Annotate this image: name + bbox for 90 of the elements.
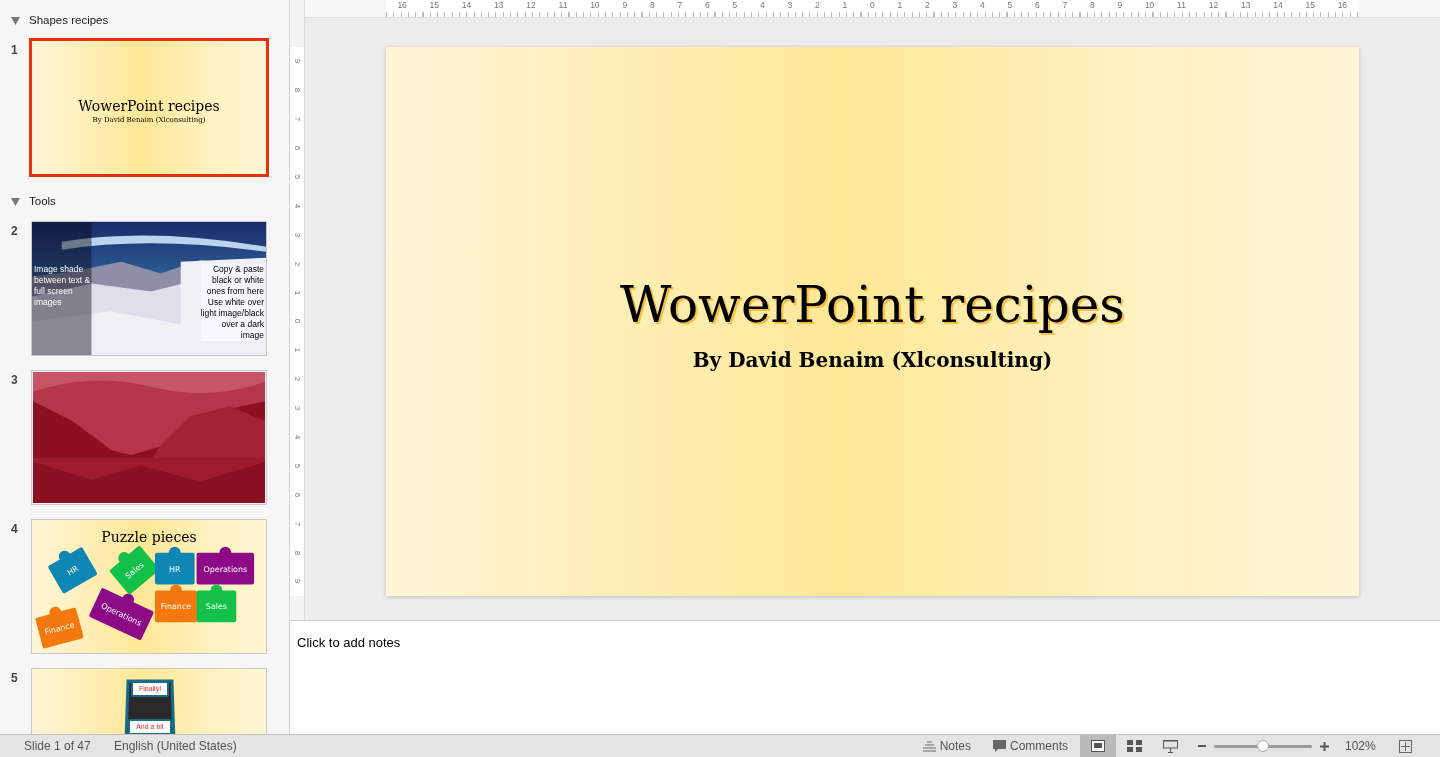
slide-number: 3 (11, 372, 19, 389)
ruler-number: 9 (622, 1, 628, 10)
slide-count: Slide 1 of 47 (23, 738, 92, 755)
ruler-number: 8 (293, 88, 301, 93)
slide-thumbnail[interactable]: Image shade between text & full screen images Copy & paste black or white ones from here Use white over light image/black over a dark image (31, 221, 267, 356)
ruler-number: 1 (842, 1, 848, 10)
ruler-number: 16 (1337, 1, 1348, 10)
ruler-number: 6 (293, 492, 301, 497)
ruler-number: 10 (590, 1, 600, 10)
ruler-number: 11 (1177, 1, 1186, 10)
ruler-number: 8 (1089, 1, 1095, 10)
ruler-number: 3 (293, 405, 301, 411)
disclosure-triangle-icon[interactable] (11, 198, 20, 206)
grid-view-icon (1126, 740, 1142, 752)
ruler-number: 11 (558, 1, 568, 10)
slide-text: Image shade between text & full screen images (34, 264, 91, 309)
ruler-number: 2 (293, 261, 301, 266)
ruler-number: 6 (293, 145, 301, 151)
ruler-number: 14 (1273, 1, 1283, 10)
slide-number: 5 (11, 670, 19, 687)
slide-number: 2 (11, 223, 19, 240)
ruler-number: 0 (293, 319, 301, 324)
view-button[interactable] (1080, 735, 1116, 757)
ruler-number: 7 (293, 521, 301, 526)
ruler-number: 6 (1034, 1, 1040, 10)
slide-number: 4 (11, 521, 19, 538)
puzzle-piece: Sales (196, 584, 237, 623)
minus-icon (1198, 745, 1206, 747)
ruler-number: 3 (787, 1, 793, 10)
ruler-number: 9 (293, 579, 301, 584)
ruler-number: 12 (1208, 1, 1219, 10)
ruler-number: 9 (293, 59, 301, 64)
slide-text: Copy & paste black or white ones from here Use white over light image/black over a dark image (200, 264, 264, 341)
notes-placeholder[interactable]: Click to add notes (297, 635, 401, 650)
comment-icon (993, 740, 1006, 752)
fit-to-window-button[interactable] (1399, 739, 1412, 753)
ruler-number: 6 (704, 1, 710, 10)
zoom-slider-thumb[interactable] (1257, 739, 1269, 752)
zoom-percentage[interactable]: 102% (1345, 737, 1389, 755)
disclosure-triangle-icon[interactable] (11, 17, 20, 25)
fit-window-icon (1399, 739, 1412, 753)
slide-title[interactable]: WowerPoint recipes (620, 274, 1125, 337)
ruler-number: 7 (293, 117, 301, 122)
thumbnail-title: Puzzle pieces (101, 530, 197, 544)
ruler-number: 5 (1007, 1, 1013, 10)
section-title[interactable]: Tools (29, 193, 56, 211)
ruler-number: 15 (1305, 1, 1315, 10)
ruler-number: 9 (1117, 1, 1123, 10)
ruler-number: 10 (1144, 1, 1155, 10)
ruler-number: 4 (293, 434, 301, 440)
normal-view-icon (1091, 740, 1105, 752)
ruler-number: 5 (293, 174, 301, 180)
ruler-number: 7 (677, 1, 683, 10)
ruler-number: 8 (293, 550, 301, 555)
ruler-number: 7 (1062, 1, 1068, 10)
notes-icon (922, 740, 936, 752)
section-title[interactable]: Shapes recipes (29, 12, 109, 30)
puzzle-piece: Finance (154, 584, 197, 623)
ruler-number: 12 (526, 1, 536, 10)
ruler-number: 8 (649, 1, 655, 10)
ruler-number: 5 (293, 463, 301, 469)
ruler-number: 0 (869, 1, 875, 10)
thumbnail-title: WowerPoint recipes (78, 98, 220, 116)
ruler-number: 14 (461, 1, 472, 10)
slide-number: 1 (11, 42, 19, 59)
ruler-number: 4 (979, 1, 985, 10)
puzzle-piece: HR (154, 546, 195, 585)
puzzle-piece: Operations (196, 546, 255, 585)
ruler-number: 3 (293, 232, 301, 237)
presenter-view-icon (1162, 739, 1178, 753)
comments-button[interactable]: Comments (991, 737, 1070, 755)
ruler-number: 1 (293, 348, 301, 353)
ruler-number: 16 (397, 1, 407, 10)
ruler-number: 2 (293, 377, 301, 382)
ruler-number: 2 (924, 1, 930, 10)
slide[interactable]: WowerPoint recipes By David Benaim (Xlconsulting) (386, 47, 1359, 596)
ruler-number: 13 (494, 1, 504, 10)
ruler-number: 15 (429, 1, 440, 10)
ruler-number: 1 (293, 290, 301, 295)
notes-button[interactable]: Notes (920, 737, 973, 755)
ruler-number: 5 (732, 1, 738, 10)
plus-icon (1320, 741, 1329, 751)
ruler-number: 3 (952, 1, 958, 10)
ruler-number: 2 (814, 1, 820, 10)
ruler-number: 4 (293, 203, 301, 209)
ruler-number: 4 (759, 1, 765, 10)
ruler-number: 13 (1240, 1, 1251, 10)
language-status[interactable]: English (United States) (114, 737, 237, 755)
ruler-number: 1 (897, 1, 903, 10)
slide-subtitle[interactable]: By David Benaim (Xlconsulting) (692, 344, 1053, 375)
